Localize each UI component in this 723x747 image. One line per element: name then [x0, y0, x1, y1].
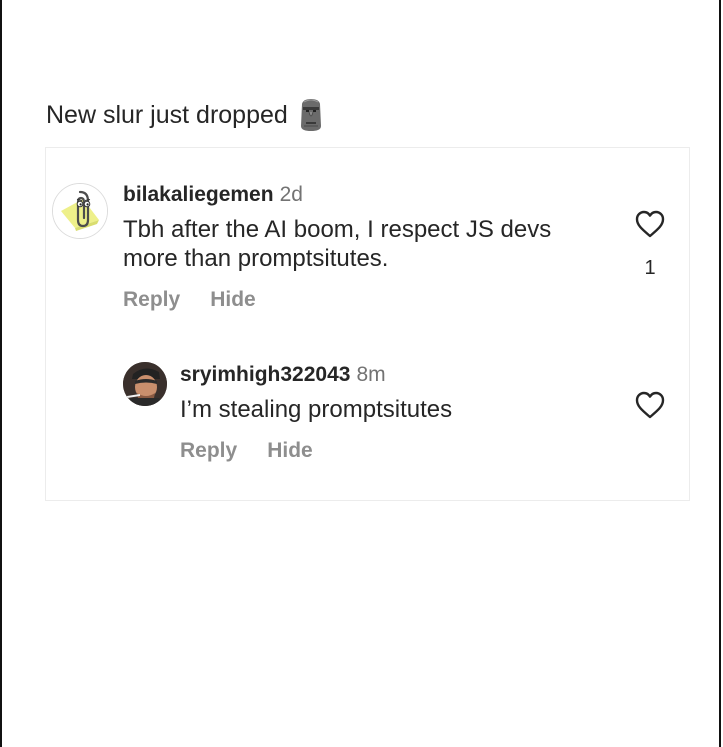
comment-username[interactable]: bilakaliegemen — [123, 183, 274, 206]
reply-button[interactable]: Reply — [180, 439, 237, 463]
reply-header: sryimhigh322043 8m — [180, 362, 386, 388]
comment-timestamp: 2d — [279, 183, 303, 206]
man-with-cigarette-avatar-icon — [123, 362, 167, 406]
reply-username[interactable]: sryimhigh322043 — [180, 363, 350, 386]
reply-text: I’m stealing promptsitutes — [180, 396, 453, 423]
reply-button[interactable]: Reply — [123, 288, 180, 312]
hide-button[interactable]: Hide — [267, 439, 313, 463]
avatar[interactable] — [52, 183, 108, 239]
hide-button[interactable]: Hide — [210, 288, 256, 312]
comments-card: bilakaliegemen 2d Tbh after the AI boom, … — [45, 147, 690, 501]
comment-text: Tbh after the AI boom, I respect JS devs… — [123, 216, 552, 272]
post-caption-text: New slur just dropped — [46, 101, 288, 129]
like-heart-icon[interactable] — [635, 391, 665, 419]
like-count: 1 — [644, 257, 656, 279]
avatar[interactable] — [123, 362, 167, 406]
comment-actions: Reply Hide — [123, 288, 256, 312]
reply-timestamp: 8m — [356, 363, 386, 386]
like-heart-icon[interactable] — [635, 210, 665, 238]
paperclip-assistant-avatar-icon — [53, 184, 107, 238]
reply-actions: Reply Hide — [180, 439, 313, 463]
post-caption: New slur just dropped — [46, 97, 324, 133]
moai-icon — [300, 99, 321, 131]
comment-header: bilakaliegemen 2d — [123, 182, 303, 208]
